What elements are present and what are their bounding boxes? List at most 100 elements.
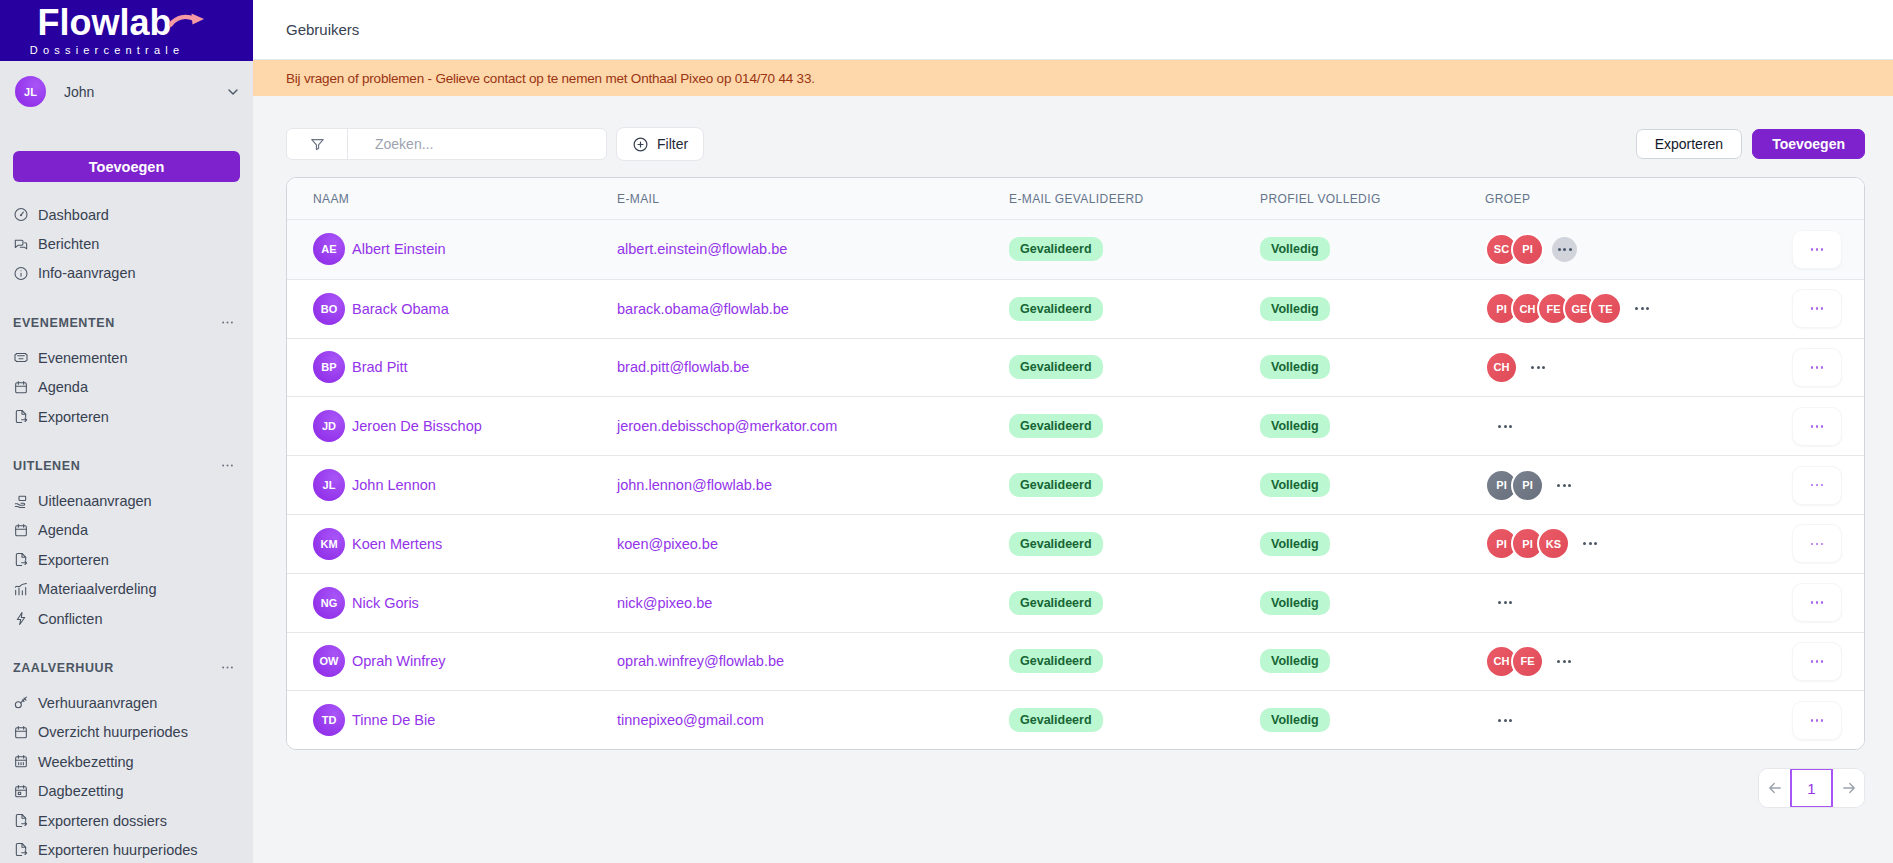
groups-cell: SCPI	[1485, 233, 1792, 266]
sidebar-item-uitlenen-agenda[interactable]: Agenda	[0, 516, 253, 545]
evenementen-icon	[13, 349, 29, 366]
group-badge: TE	[1589, 292, 1622, 325]
sidebar-item-label: Exporteren huurperiodes	[38, 842, 198, 858]
sidebar-section-zaalverhuur: ZAALVERHUURVerhuuraanvragenOverzicht huu…	[0, 653, 253, 863]
table-row: TDTinne De Bietinnepixeo@gmail.comGevali…	[287, 690, 1864, 749]
add-button[interactable]: Toevoegen	[1752, 129, 1865, 159]
section-title: EVENEMENTEN	[13, 316, 115, 330]
sidebar-item-zaalverhuur-weekbezetting[interactable]: Weekbezetting	[0, 747, 253, 776]
sidebar-main-list: Dashboard BerichtenInfo-aanvragen	[0, 200, 253, 288]
next-page-button[interactable]	[1833, 768, 1864, 808]
row-actions-button[interactable]	[1792, 230, 1842, 269]
section-more-icon[interactable]	[220, 315, 235, 330]
user-menu[interactable]: JL John	[15, 76, 241, 107]
sidebar-item-uitlenen-exporteren[interactable]: Exporteren	[0, 545, 253, 574]
dashboard-icon	[13, 206, 29, 223]
brand-title: Flowlab	[38, 5, 172, 41]
sidebar-item-zaalverhuur-exporteren-huurperiodes[interactable]: Exporteren huurperiodes	[0, 835, 253, 863]
profile-badge: Volledig	[1260, 649, 1330, 673]
row-actions-button[interactable]	[1792, 583, 1842, 622]
export-button[interactable]: Exporteren	[1636, 129, 1742, 159]
row-email-link[interactable]: tinnepixeo@gmail.com	[617, 712, 764, 728]
validated-badge: Gevalideerd	[1009, 532, 1103, 556]
row-name-link[interactable]: Jeroen De Bisschop	[352, 418, 482, 434]
sidebar-item-evenementen-exporteren[interactable]: Exporteren	[0, 402, 253, 431]
row-email-link[interactable]: jeroen.debisschop@merkator.com	[617, 418, 837, 434]
profile-badge: Volledig	[1260, 237, 1330, 261]
sidebar-section-uitlenen: UITLENENUitleenaanvragenAgendaExporteren…	[0, 451, 253, 633]
filter-label: Filter	[657, 136, 688, 152]
row-name-link[interactable]: Barack Obama	[352, 301, 449, 317]
sidebar-item-label: Conflicten	[38, 611, 102, 627]
groups-cell: PIPI	[1485, 469, 1792, 502]
row-email-link[interactable]: albert.einstein@flowlab.be	[617, 241, 787, 257]
toolbar: Filter Exporteren Toevoegen	[286, 127, 1865, 161]
table-row: BOBarack Obamabarack.obama@flowlab.beGev…	[287, 279, 1864, 338]
group-more-dots	[1498, 719, 1512, 722]
row-email-link[interactable]: brad.pitt@flowlab.be	[617, 359, 749, 375]
group-badge: KS	[1537, 527, 1570, 560]
row-email-link[interactable]: nick@pixeo.be	[617, 595, 712, 611]
conflicten-icon	[13, 610, 29, 627]
funnel-filter-button[interactable]	[287, 129, 348, 159]
table-row: BPBrad Pittbrad.pitt@flowlab.beGevalidee…	[287, 338, 1864, 397]
sidebar-item-evenementen-agenda[interactable]: Agenda	[0, 373, 253, 402]
row-name-link[interactable]: John Lennon	[352, 477, 436, 493]
row-email-link[interactable]: koen@pixeo.be	[617, 536, 718, 552]
dagbezetting-icon	[13, 783, 29, 800]
row-actions-button[interactable]	[1792, 524, 1842, 563]
profile-badge: Volledig	[1260, 532, 1330, 556]
sidebar-item-zaalverhuur-verhuuraanvragen[interactable]: Verhuuraanvragen	[0, 688, 253, 717]
row-name-link[interactable]: Brad Pitt	[352, 359, 408, 375]
row-name-link[interactable]: Koen Mertens	[352, 536, 442, 552]
section-more-icon[interactable]	[220, 458, 235, 473]
sidebar-item-uitlenen-materiaalverdeling[interactable]: Materiaalverdeling	[0, 575, 253, 604]
filter-button[interactable]: Filter	[616, 127, 704, 161]
group-more-dots	[1557, 660, 1571, 663]
brand-title-text: Flowlab	[38, 2, 172, 43]
row-email-link[interactable]: barack.obama@flowlab.be	[617, 301, 789, 317]
sidebar-item-berichten[interactable]: Berichten	[0, 229, 253, 258]
user-name: John	[64, 84, 94, 100]
row-avatar: AE	[313, 233, 345, 265]
sidebar-item-zaalverhuur-dagbezetting[interactable]: Dagbezetting	[0, 776, 253, 805]
sidebar-item-evenementen-evenementen[interactable]: Evenementen	[0, 343, 253, 372]
profile-badge: Volledig	[1260, 414, 1330, 438]
current-page[interactable]: 1	[1790, 768, 1833, 808]
brand-logo: Flowlab Dossiercentrale	[0, 0, 253, 61]
sidebar-item-uitlenen-conflicten[interactable]: Conflicten	[0, 604, 253, 633]
row-email-link[interactable]: oprah.winfrey@flowlab.be	[617, 653, 784, 669]
group-more-dots	[1635, 307, 1649, 310]
row-actions-button[interactable]	[1792, 466, 1842, 505]
row-avatar: OW	[313, 645, 345, 677]
sidebar-item-label: Weekbezetting	[38, 754, 134, 770]
notice-banner: Bij vragen of problemen - Gelieve contac…	[253, 60, 1893, 96]
row-name-link[interactable]: Albert Einstein	[352, 241, 446, 257]
row-actions-button[interactable]	[1792, 289, 1842, 328]
row-name-link[interactable]: Oprah Winfrey	[352, 653, 445, 669]
sidebar-add-button[interactable]: Toevoegen	[13, 151, 240, 182]
brand-subtitle: Dossiercentrale	[25, 44, 184, 56]
sidebar-item-zaalverhuur-exporteren-dossiers[interactable]: Exporteren dossiers	[0, 806, 253, 835]
row-actions-button[interactable]	[1792, 407, 1842, 446]
profile-badge: Volledig	[1260, 591, 1330, 615]
sidebar-item-zaalverhuur-overzicht-huurperiodes[interactable]: Overzicht huurperiodes	[0, 718, 253, 747]
group-badge: FE	[1511, 645, 1544, 678]
validated-badge: Gevalideerd	[1009, 355, 1103, 379]
row-email-link[interactable]: john.lennon@flowlab.be	[617, 477, 772, 493]
section-more-icon[interactable]	[220, 660, 235, 675]
sidebar-item-label: Evenementen	[38, 350, 127, 366]
row-name-link[interactable]: Tinne De Bie	[352, 712, 435, 728]
sidebar-item-label: Dashboard	[38, 207, 109, 223]
row-actions-button[interactable]	[1792, 348, 1842, 387]
sidebar-item-info-aanvragen[interactable]: Info-aanvragen	[0, 259, 253, 288]
sidebar-item-dashboard[interactable]: Dashboard	[0, 200, 253, 229]
row-name-link[interactable]: Nick Goris	[352, 595, 419, 611]
search-input[interactable]	[348, 129, 606, 159]
prev-page-button[interactable]	[1759, 768, 1790, 808]
sidebar-item-uitlenen-uitleenaanvragen[interactable]: Uitleenaanvragen	[0, 486, 253, 515]
row-avatar: TD	[313, 704, 345, 736]
row-actions-button[interactable]	[1792, 642, 1842, 681]
exporteren-icon	[13, 551, 29, 568]
row-actions-button[interactable]	[1792, 701, 1842, 740]
